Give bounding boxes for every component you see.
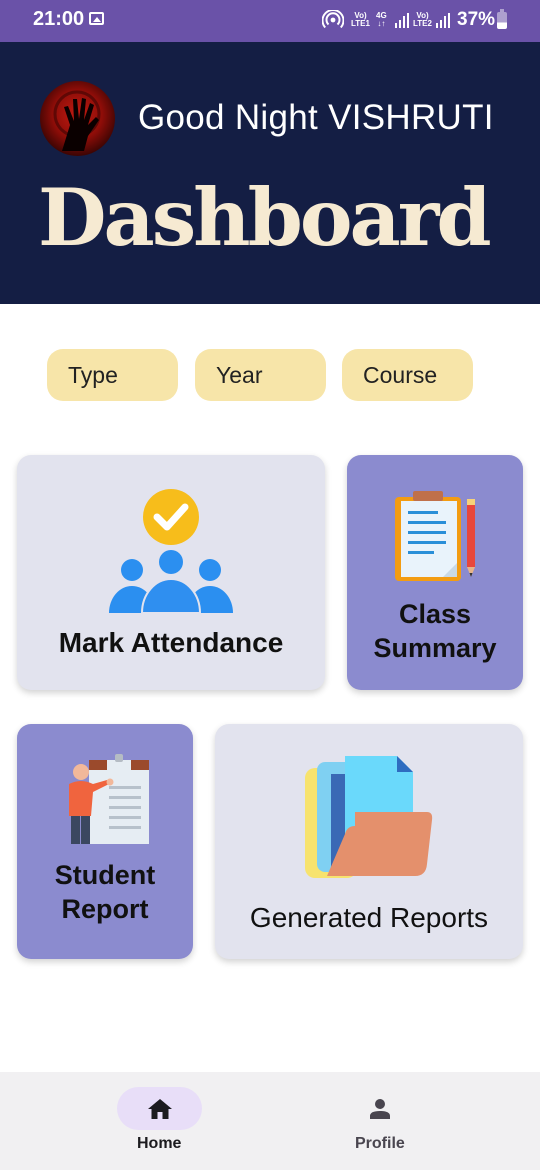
network-type: 4G ↓↑ — [376, 12, 387, 28]
class-summary-label: Class Summary — [347, 597, 523, 665]
battery-percent: 37% — [457, 9, 496, 30]
student-report-line2: Report — [61, 894, 149, 924]
filter-year-button[interactable]: Year — [195, 349, 326, 401]
student-report-label: Student Report — [17, 858, 193, 926]
nav-home-button[interactable] — [117, 1087, 202, 1130]
status-time: 21:00 — [33, 8, 85, 30]
person-icon[interactable] — [368, 1097, 392, 1121]
volte2-bottom: LTE2 — [413, 19, 432, 28]
class-summary-card[interactable]: Class Summary — [347, 455, 523, 690]
network-bottom: ↓↑ — [377, 19, 386, 28]
battery-icon — [497, 9, 507, 29]
generated-reports-label: Generated Reports — [249, 902, 489, 933]
filter-type-button[interactable]: Type — [47, 349, 178, 401]
attendance-icon — [109, 489, 233, 614]
image-icon — [89, 12, 104, 25]
volte1-label: Vo) LTE1 — [351, 12, 370, 28]
nav-profile-label[interactable]: Profile — [355, 1135, 405, 1153]
clipboard-icon — [395, 491, 475, 581]
student-report-line1: Student — [54, 860, 156, 890]
greeting-text: Good Night VISHRUTI — [138, 98, 494, 137]
status-bar: 21:00 Vo) LTE1 4G ↓↑ Vo) LTE2 37% — [0, 0, 540, 42]
volte1-bottom: LTE1 — [351, 19, 370, 28]
folder-files-icon — [305, 756, 433, 878]
generated-reports-card[interactable]: Generated Reports — [215, 724, 523, 959]
class-summary-line1: Class — [398, 599, 472, 629]
filter-course-button[interactable]: Course — [342, 349, 473, 401]
student-report-icon — [69, 754, 149, 844]
hotspot-icon — [322, 10, 344, 29]
student-report-card[interactable]: Student Report — [17, 724, 193, 959]
bottom-navigation: Home Profile — [0, 1072, 540, 1170]
volte2-label: Vo) LTE2 — [413, 12, 432, 28]
page-title: Dashboard — [38, 171, 492, 264]
nav-home-label[interactable]: Home — [137, 1135, 181, 1153]
class-summary-line2: Summary — [373, 633, 497, 663]
avatar[interactable] — [40, 81, 115, 156]
home-icon — [148, 1099, 172, 1119]
signal-1-icon — [395, 12, 409, 28]
header: Good Night VISHRUTI Dashboard — [0, 42, 540, 304]
mark-attendance-label: Mark Attendance — [58, 627, 284, 658]
signal-2-icon — [436, 12, 450, 28]
avatar-hand-icon — [53, 90, 101, 151]
mark-attendance-card[interactable]: Mark Attendance — [17, 455, 325, 690]
